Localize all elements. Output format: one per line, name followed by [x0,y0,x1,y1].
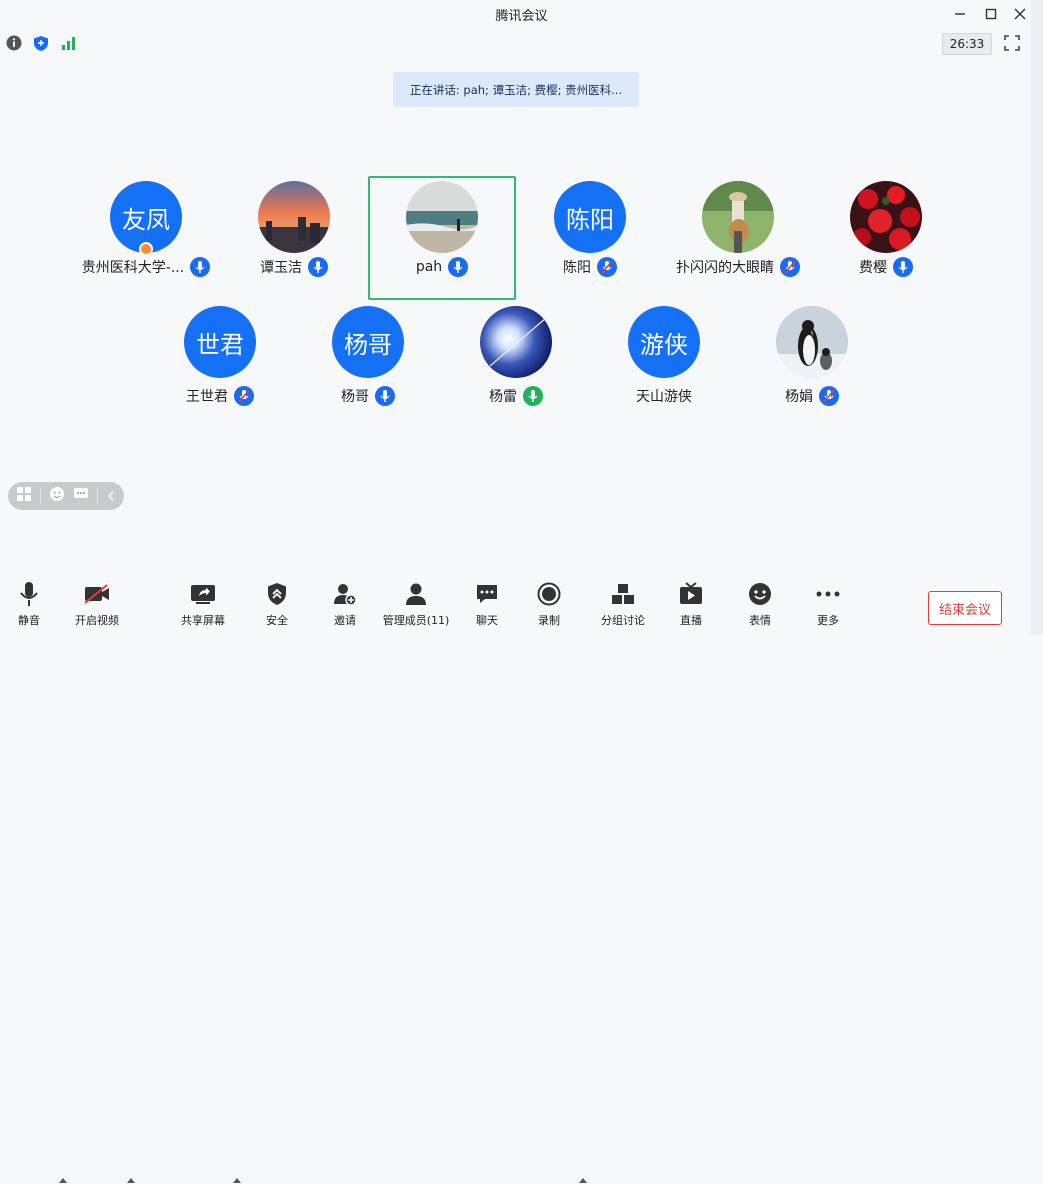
share-options-caret-icon[interactable] [232,1176,242,1184]
host-icon [139,242,153,256]
avatar: 世君 [184,306,256,378]
emoji-icon[interactable] [49,486,65,506]
mic-muted-icon [819,386,839,406]
camera-off-icon [83,580,111,608]
info-bar [0,30,1043,56]
more-button[interactable]: 更多 [793,580,863,630]
avatar [850,181,922,253]
add-user-icon [333,580,357,608]
title-bar: 腾讯会议 [0,0,1043,28]
participant-tile[interactable]: 陈阳 陈阳 [516,176,664,300]
window-title: 腾讯会议 [495,8,548,24]
more-dots-icon [816,580,840,608]
shield-icon[interactable] [32,34,50,52]
participant-tile[interactable]: 杨娟 [738,301,886,425]
share-screen-button[interactable]: 共享屏幕 [168,580,238,630]
minimize-button[interactable] [944,0,976,28]
participant-tile[interactable]: 杨雷 [442,301,590,425]
invite-button[interactable]: 邀请 [310,580,380,630]
speaking-banner: 正在讲话: pah; 谭玉洁; 费樱; 贵州医科... [393,72,639,107]
share-screen-icon [190,580,216,608]
mute-options-caret-icon[interactable] [58,1176,68,1184]
participant-name: 费樱 [859,260,887,276]
participant-name: 陈阳 [563,260,591,276]
participant-name: 杨哥 [341,389,369,405]
security-shield-icon [267,580,287,608]
mic-on-icon [448,257,469,277]
participant-name: 杨雷 [489,389,517,405]
participant-tile[interactable]: 谭玉洁 [220,176,368,300]
participant-name: pah [415,259,443,275]
participant-name: 扑闪闪的大眼睛 [676,260,774,276]
avatar [702,181,774,253]
participant-tile[interactable]: 费樱 [812,176,960,300]
mic-on-icon [308,257,328,277]
reactions-button[interactable]: 表情 [725,580,795,630]
microphone-icon [19,580,39,608]
bottom-toolbar: 静音 开启视频 共享屏幕 安全 邀请 管理成员(11) 聊天 录制 分组讨论 直… [0,580,1031,1183]
live-stream-button[interactable]: 直播 [656,580,726,630]
participant-name: 谭玉洁 [260,260,302,276]
side-tools-pill [8,482,124,510]
mic-muted-icon [597,257,617,277]
window-edge [1031,0,1043,635]
end-meeting-button[interactable]: 结束会议 [928,591,1002,625]
chat-bubble-icon[interactable] [73,486,89,506]
collapse-chevron-icon[interactable] [106,487,116,506]
participant-tile[interactable]: 游侠 天山游侠 [590,301,738,425]
start-video-button[interactable]: 开启视频 [62,580,132,630]
mic-on-icon [893,257,913,277]
signal-icon[interactable] [60,34,78,52]
breakout-icon [611,580,635,608]
security-button[interactable]: 安全 [242,580,312,630]
live-icon [679,580,703,608]
participant-name: 王世君 [186,389,228,405]
mic-on-icon [190,257,211,277]
avatar: 杨哥 [332,306,404,378]
mic-on-icon [375,386,395,406]
avatar [406,181,478,253]
participant-name: 贵州医科大学-... [81,260,185,276]
smiley-icon [748,580,772,608]
avatar: 游侠 [628,306,700,378]
breakout-rooms-button[interactable]: 分组讨论 [588,580,658,630]
participant-tile[interactable]: 友凤 贵州医科大学-... [72,176,220,300]
manage-members-button[interactable]: 管理成员(11) [380,580,452,630]
chat-button[interactable]: 聊天 [452,580,522,630]
participant-tile-active[interactable]: pah [368,176,516,300]
chat-icon [476,580,498,608]
participant-tile[interactable]: 杨哥 杨哥 [294,301,442,425]
mute-button[interactable]: 静音 [0,580,64,630]
record-icon [537,580,561,608]
divider [97,488,98,504]
participant-name: 杨娟 [785,389,813,405]
mic-muted-icon [780,257,800,277]
mic-speaking-icon [523,386,543,406]
record-button[interactable]: 录制 [514,580,584,630]
info-icon[interactable] [5,34,23,52]
mic-muted-icon [234,386,254,406]
layout-icon[interactable] [16,486,32,506]
avatar [480,306,552,378]
divider [40,488,41,504]
record-options-caret-icon[interactable] [578,1176,588,1184]
participant-tile[interactable]: 世君 王世君 [146,301,294,425]
avatar [258,181,330,253]
fullscreen-icon[interactable] [1003,34,1021,52]
meeting-timer: 26:33 [942,33,992,55]
participant-tile[interactable]: 扑闪闪的大眼睛 [664,176,812,300]
participant-name: 天山游侠 [636,389,692,405]
avatar: 陈阳 [554,181,626,253]
members-icon [404,580,428,608]
video-options-caret-icon[interactable] [126,1176,136,1184]
avatar [776,306,848,378]
maximize-button[interactable] [975,0,1007,28]
